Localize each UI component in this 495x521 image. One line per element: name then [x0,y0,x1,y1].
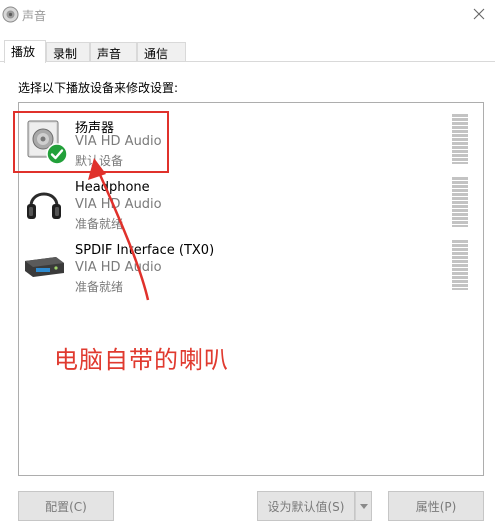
device-name: Headphone [75,180,150,195]
volume-meter [452,177,468,227]
device-list[interactable]: 扬声器 VIA HD Audio 默认设备 Headphone VIA HD A… [18,102,484,476]
set-default-dropdown-button[interactable] [355,491,372,521]
tab-playback[interactable]: 播放 [4,40,46,63]
properties-button[interactable]: 属性(P) [388,491,484,521]
close-icon [473,8,485,20]
instruction-text: 选择以下播放设备来修改设置: [18,81,179,95]
volume-meter [452,240,468,290]
tab-recording[interactable]: 录制 [46,42,90,62]
device-name: SPDIF Interface (TX0) [75,243,215,258]
headphone-icon [22,180,66,224]
device-item-headphone[interactable]: Headphone VIA HD Audio 准备就绪 [20,172,482,234]
device-status: 准备就绪 [75,217,124,231]
annotation-text: 电脑自带的喇叭 [54,346,229,374]
device-status: 准备就绪 [75,280,124,294]
configure-button[interactable]: 配置(C) [18,491,114,521]
tab-sounds[interactable]: 声音 [90,42,137,62]
volume-meter [452,114,468,164]
device-item-spdif[interactable]: SPDIF Interface (TX0) VIA HD Audio 准备就绪 [20,235,482,297]
device-driver: VIA HD Audio [75,134,162,149]
set-default-button[interactable]: 设为默认值(S) [257,491,355,521]
tab-strip: 播放 录制 声音 通信 [0,40,495,63]
speaker-app-icon [2,6,19,23]
close-button[interactable] [466,2,492,26]
device-driver: VIA HD Audio [75,260,162,275]
spdif-device-icon [22,243,66,287]
chevron-down-icon [359,503,368,509]
device-driver: VIA HD Audio [75,197,162,212]
title-bar: 声音 [0,0,495,30]
device-item-speaker[interactable]: 扬声器 VIA HD Audio 默认设备 [20,109,482,171]
device-status: 默认设备 [75,154,124,168]
tab-communications[interactable]: 通信 [137,42,186,62]
default-check-icon [46,143,68,165]
window-title: 声音 [22,9,47,23]
